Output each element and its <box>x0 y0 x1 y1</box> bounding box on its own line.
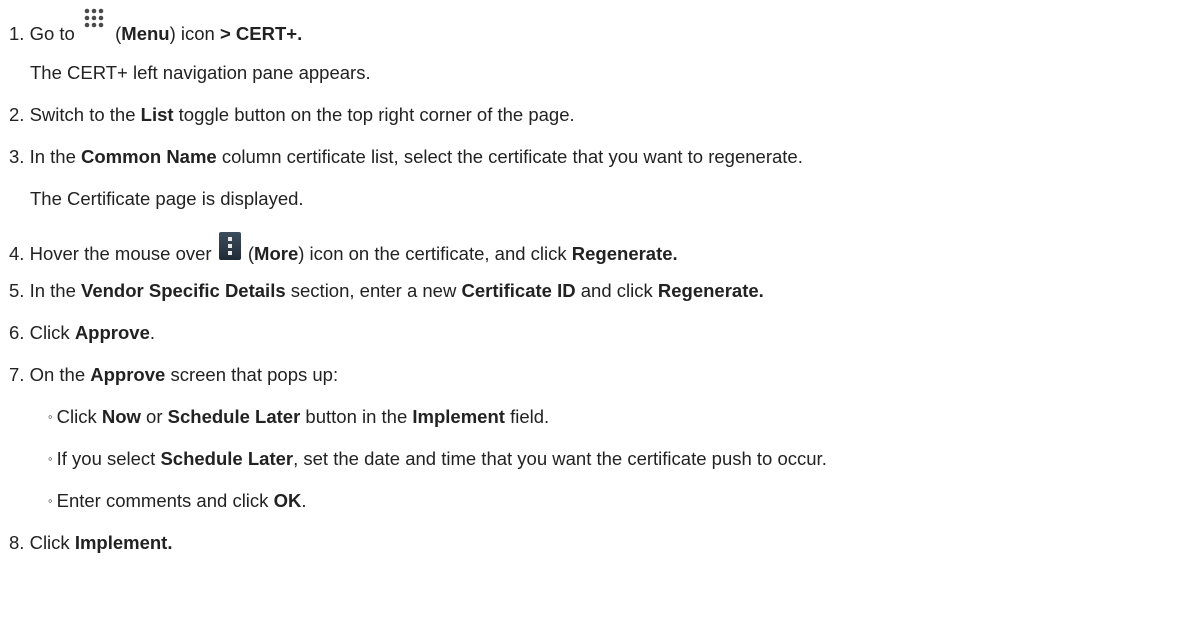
step-text: Click <box>29 322 70 343</box>
step-text: On the <box>29 364 86 385</box>
step-7-bullet-1: ◦ Click Now or Schedule Later button in t… <box>48 405 549 429</box>
bullet-marker: ◦ <box>48 409 53 424</box>
now-label: Now <box>101 406 141 427</box>
step-6: 6. Click Approve. <box>9 321 155 345</box>
implement-label: Implement <box>412 406 505 427</box>
step-3-result: The Certificate page is displayed. <box>30 188 304 209</box>
common-name-label: Common Name <box>81 146 217 167</box>
vendor-details-label: Vendor Specific Details <box>81 280 286 301</box>
bullet-marker: ◦ <box>48 493 53 508</box>
step-5: 5. In the Vendor Specific Details sectio… <box>9 279 764 303</box>
step-7: 7. On the Approve screen that pops up: <box>9 363 338 387</box>
step-text: ) icon on the certificate, and click <box>298 243 567 264</box>
step-1-result: The CERT+ left navigation pane appears. <box>30 62 371 83</box>
step-4: 4. Hover the mouse over (More) icon on t… <box>9 232 678 266</box>
approve-label: Approve <box>90 364 166 385</box>
step-text: Click <box>29 532 70 553</box>
step-7-bullet-2: ◦ If you select Schedule Later, set the d… <box>48 447 827 471</box>
bullet-text: . <box>301 490 307 511</box>
menu-grid-icon <box>82 7 108 31</box>
step-3: 3. In the Common Name column certificate… <box>9 145 803 169</box>
step-number: 4. <box>9 243 25 264</box>
step-text: Hover the mouse over <box>29 243 212 264</box>
step-text: ) icon <box>169 23 215 44</box>
bullet-text: button in the <box>305 406 408 427</box>
implement-label: Implement. <box>74 532 173 553</box>
more-label: More <box>254 243 299 264</box>
step-text: Go to <box>29 23 75 44</box>
cert-plus-label: > CERT+. <box>219 23 303 44</box>
bullet-text: Click <box>56 406 97 427</box>
more-vertical-icon <box>218 232 241 260</box>
certificate-id-label: Certificate ID <box>461 280 576 301</box>
bullet-text: , set the date and time that you want th… <box>293 448 827 469</box>
step-text: screen that pops up: <box>170 364 339 385</box>
step-text: In the <box>29 280 76 301</box>
step-text: section, enter a new <box>290 280 457 301</box>
step-text: Switch to the <box>29 104 136 125</box>
step-number: 1. <box>9 23 25 44</box>
bullet-text: field. <box>510 406 550 427</box>
approve-label: Approve <box>74 322 150 343</box>
step-number: 5. <box>9 280 25 301</box>
step-text: column certificate list, select the cert… <box>221 146 803 167</box>
step-2: 2. Switch to the List toggle button on t… <box>9 103 575 127</box>
schedule-later-label: Schedule Later <box>167 406 301 427</box>
step-text: and click <box>580 280 653 301</box>
step-number: 3. <box>9 146 25 167</box>
ok-label: OK <box>273 490 302 511</box>
step-8: 8. Click Implement. <box>9 531 172 555</box>
menu-label: Menu <box>121 23 170 44</box>
step-7-bullet-3: ◦ Enter comments and click OK. <box>48 489 306 513</box>
step-text: toggle button on the top right corner of… <box>178 104 575 125</box>
bullet-marker: ◦ <box>48 451 53 466</box>
step-text: . <box>149 322 155 343</box>
bullet-text: or <box>146 406 163 427</box>
bullet-text: If you select <box>56 448 156 469</box>
step-number: 7. <box>9 364 25 385</box>
step-number: 6. <box>9 322 25 343</box>
step-text: In the <box>29 146 76 167</box>
step-number: 2. <box>9 104 25 125</box>
regenerate-label: Regenerate. <box>657 280 764 301</box>
step-number: 8. <box>9 532 25 553</box>
step-1: 1. Go to (Menu) icon > CERT+. <box>9 8 303 46</box>
schedule-later-label: Schedule Later <box>160 448 294 469</box>
regenerate-label: Regenerate. <box>571 243 678 264</box>
bullet-text: Enter comments and click <box>56 490 269 511</box>
list-label: List <box>140 104 174 125</box>
